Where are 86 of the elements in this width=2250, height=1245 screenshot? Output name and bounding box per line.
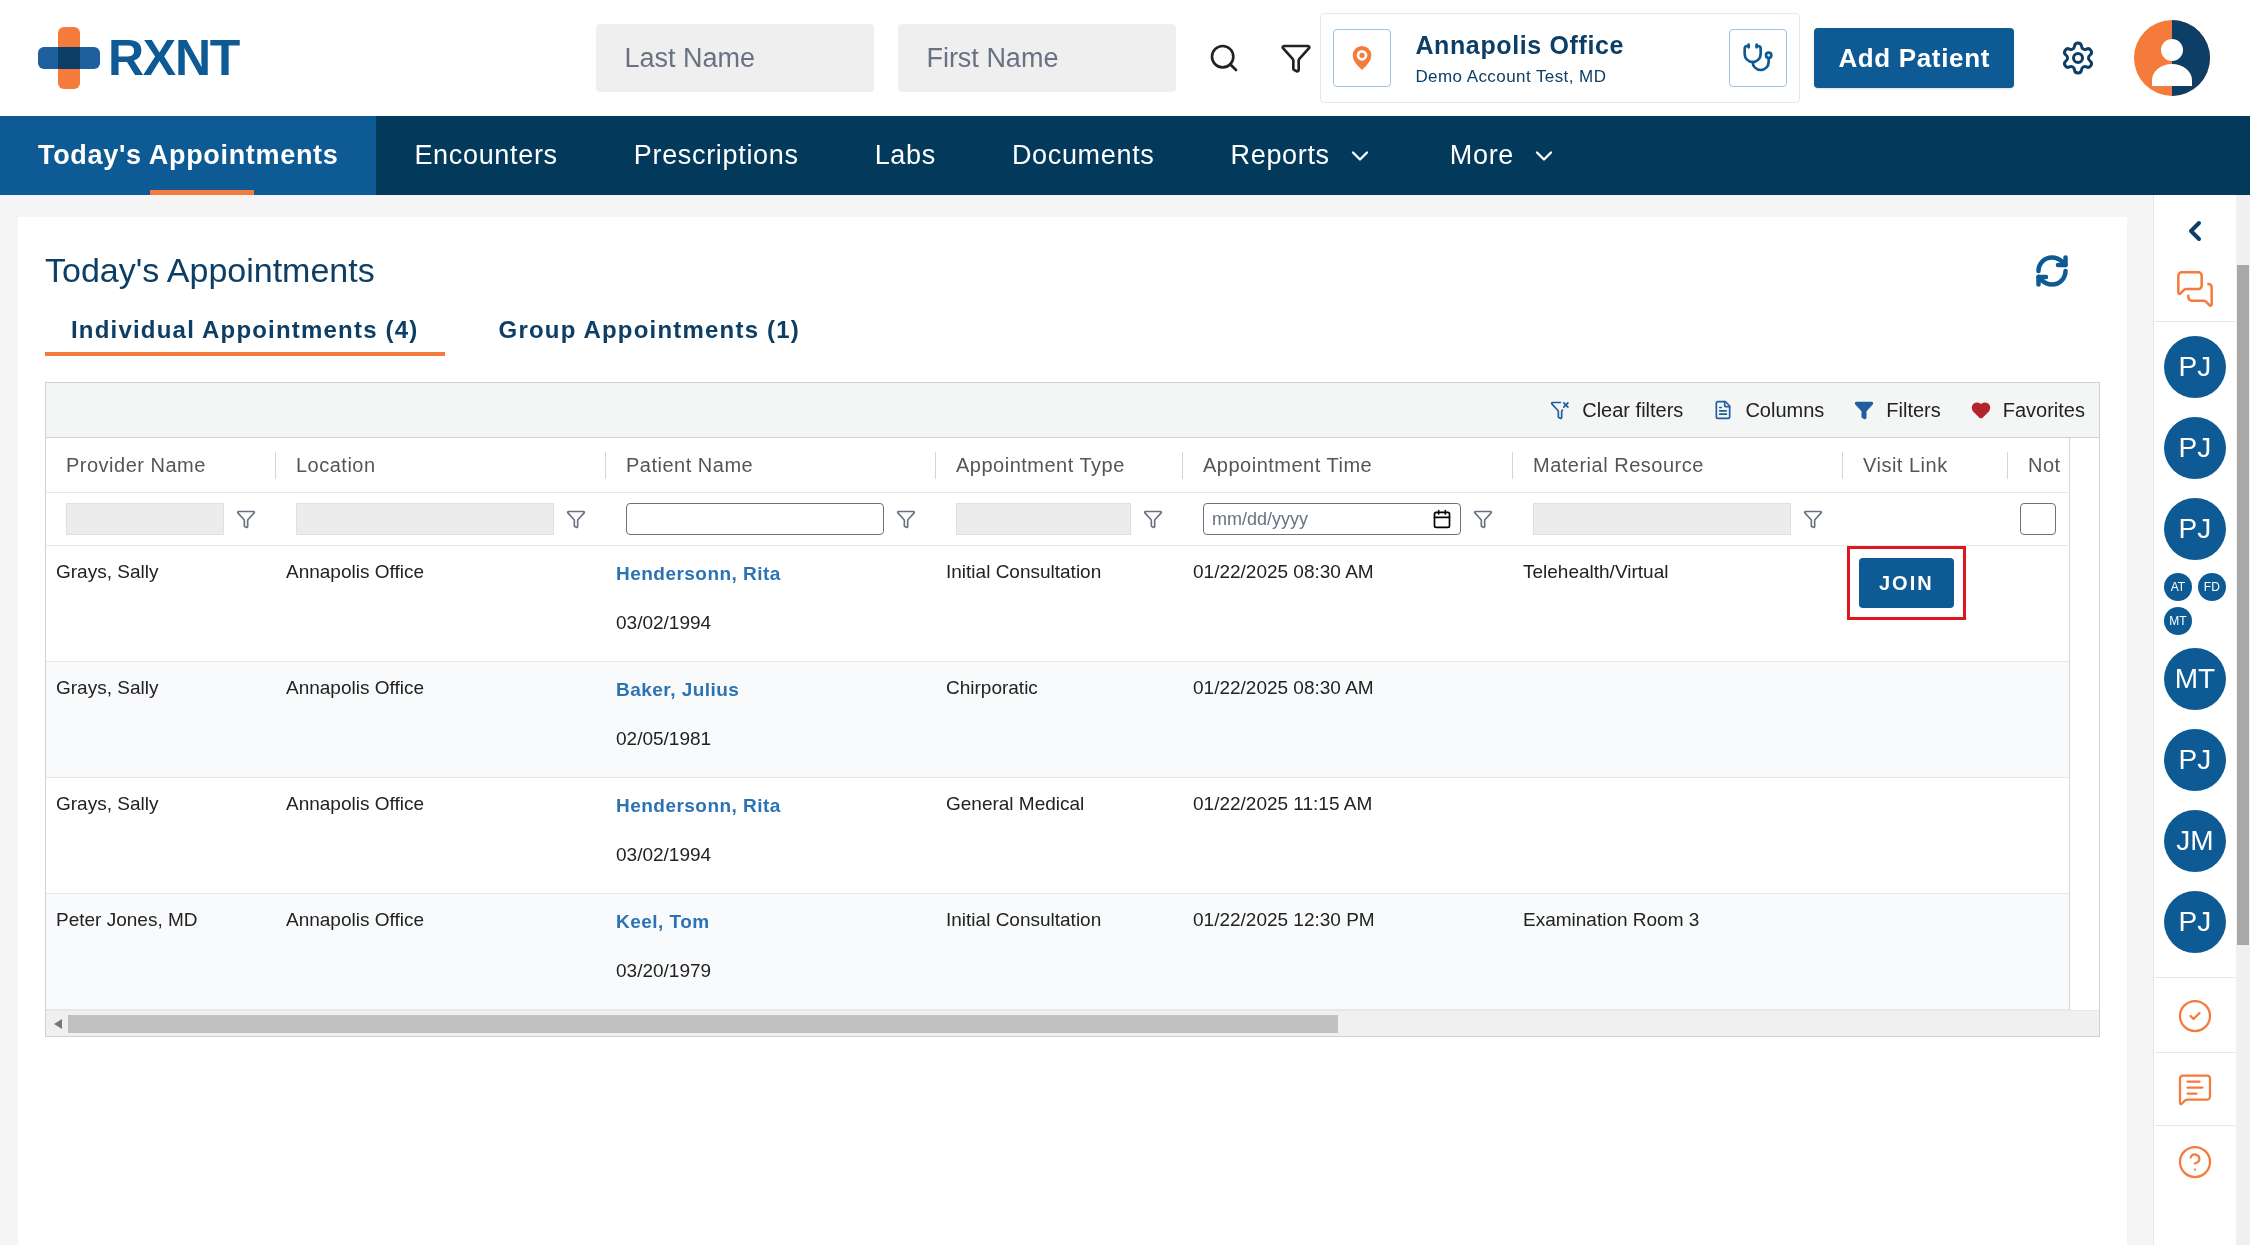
toolbar-button[interactable]: Clear filters <box>1550 395 1684 425</box>
location-name: Annapolis Office <box>1415 29 1626 61</box>
user-avatar[interactable]: PJ <box>2163 498 2226 560</box>
appointments-tab[interactable]: Individual Appointments (4) <box>45 312 445 356</box>
settings-icon[interactable] <box>2060 40 2096 76</box>
page-title: Today's Appointments <box>45 250 375 291</box>
filter-field[interactable] <box>2020 503 2056 535</box>
location-card[interactable]: Annapolis Office Demo Account Test, MD <box>1320 13 1801 103</box>
column-header[interactable]: Location <box>276 438 606 493</box>
birth-date: 03/02/1994 <box>616 842 712 867</box>
avatar-icon[interactable] <box>2134 20 2210 96</box>
nav-tab[interactable]: Labs <box>836 116 974 195</box>
user-avatar[interactable]: JM <box>2163 810 2226 872</box>
table-cell: General Medical <box>946 793 1085 814</box>
table-cell: Grays, Sally <box>56 793 159 814</box>
patient-link[interactable]: Baker, Julius <box>616 676 740 705</box>
user-avatar[interactable]: MT <box>2163 648 2226 710</box>
toolbar-button[interactable]: Columns <box>1713 395 1825 425</box>
user-avatar[interactable]: MT <box>2163 607 2192 635</box>
nav-tab[interactable]: Encounters <box>376 116 596 195</box>
birth-date: 03/20/1979 <box>616 958 712 983</box>
user-avatar[interactable]: PJ <box>2163 729 2226 791</box>
chat-icon[interactable] <box>2174 269 2215 309</box>
nav-tab[interactable]: Documents <box>973 116 1193 195</box>
column-header[interactable]: Appointment Type <box>936 438 1183 493</box>
column-header[interactable]: Appointment Time <box>1183 438 1513 493</box>
calendar-icon[interactable] <box>1432 509 1452 529</box>
patient-link[interactable]: Keel, Tom <box>616 908 710 937</box>
table-cell: 01/22/2025 08:30 AM <box>1193 561 1374 582</box>
nav-tab[interactable]: More <box>1411 116 1596 195</box>
patient-link[interactable]: Hendersonn, Rita <box>616 792 781 821</box>
logo-text: RXNT <box>108 28 240 88</box>
date-field[interactable]: mm/dd/yyyy <box>1203 503 1461 535</box>
column-header[interactable]: Patient Name <box>606 438 936 493</box>
nav-tab[interactable]: Prescriptions <box>595 116 837 195</box>
filter-icon[interactable] <box>1280 42 1313 74</box>
refresh-icon[interactable] <box>2034 252 2070 289</box>
table-cell: Annapolis Office <box>286 793 424 814</box>
nav-tab[interactable]: Today's Appointments <box>0 116 377 195</box>
appointments-tab[interactable]: Group Appointments (1) <box>472 312 826 356</box>
nav-tab[interactable]: Reports <box>1192 116 1412 195</box>
table-cell: Annapolis Office <box>286 677 424 698</box>
scroll-left-icon[interactable] <box>54 1018 62 1029</box>
column-header[interactable]: Material Resource <box>1513 438 1843 493</box>
table-cell: Peter Jones, MD <box>56 909 198 930</box>
column-header[interactable]: Visit Link <box>1843 438 2008 493</box>
user-avatar[interactable]: PJ <box>2163 891 2226 953</box>
table-cell: Examination Room 3 <box>1523 909 1700 930</box>
filter-field[interactable] <box>626 503 884 535</box>
user-avatar[interactable]: AT <box>2163 573 2192 601</box>
user-avatar[interactable]: FD <box>2197 573 2226 601</box>
search-field[interactable]: First Name <box>898 24 1177 92</box>
clear-filter-icon <box>1550 400 1571 420</box>
account-name: Demo Account Test, MD <box>1415 66 1608 88</box>
filter-icon <box>1854 400 1875 420</box>
column-header[interactable]: Not <box>2008 438 2068 493</box>
logo-icon <box>38 27 100 89</box>
heart-icon <box>1970 400 1991 420</box>
table-cell: Annapolis Office <box>286 561 424 582</box>
table-cell: Grays, Sally <box>56 677 159 698</box>
join-button[interactable]: JOIN <box>1859 558 1954 608</box>
patient-link[interactable]: Hendersonn, Rita <box>616 560 781 589</box>
table-cell: 01/22/2025 08:30 AM <box>1193 677 1374 698</box>
table-cell: 01/22/2025 11:15 AM <box>1193 793 1373 814</box>
table-cell: 01/22/2025 12:30 PM <box>1193 909 1375 930</box>
user-avatar[interactable]: PJ <box>2163 417 2226 479</box>
table-cell: Grays, Sally <box>56 561 159 582</box>
toolbar-button[interactable]: Favorites <box>1970 395 2085 425</box>
doctor-icon[interactable] <box>1742 42 1775 74</box>
check-icon[interactable] <box>2176 998 2213 1034</box>
table-cell: Initial Consultation <box>946 561 1102 582</box>
table-cell: Chirporatic <box>946 677 1038 698</box>
message-icon[interactable] <box>2176 1071 2213 1107</box>
birth-date: 02/05/1981 <box>616 726 712 751</box>
toolbar-button[interactable]: Filters <box>1854 395 1941 425</box>
table-cell: Telehealth/Virtual <box>1523 561 1669 582</box>
user-avatar[interactable]: PJ <box>2163 336 2226 398</box>
search-field[interactable]: Last Name <box>596 24 875 92</box>
birth-date: 03/02/1994 <box>616 610 712 635</box>
help-icon[interactable] <box>2176 1144 2213 1180</box>
table-cell: Annapolis Office <box>286 909 424 930</box>
column-header[interactable]: Provider Name <box>46 438 276 493</box>
horizontal-scrollbar[interactable] <box>46 1010 2099 1036</box>
table-cell: Initial Consultation <box>946 909 1102 930</box>
add-patient-button[interactable]: Add Patient <box>1814 28 2014 88</box>
columns-icon <box>1713 400 1734 420</box>
